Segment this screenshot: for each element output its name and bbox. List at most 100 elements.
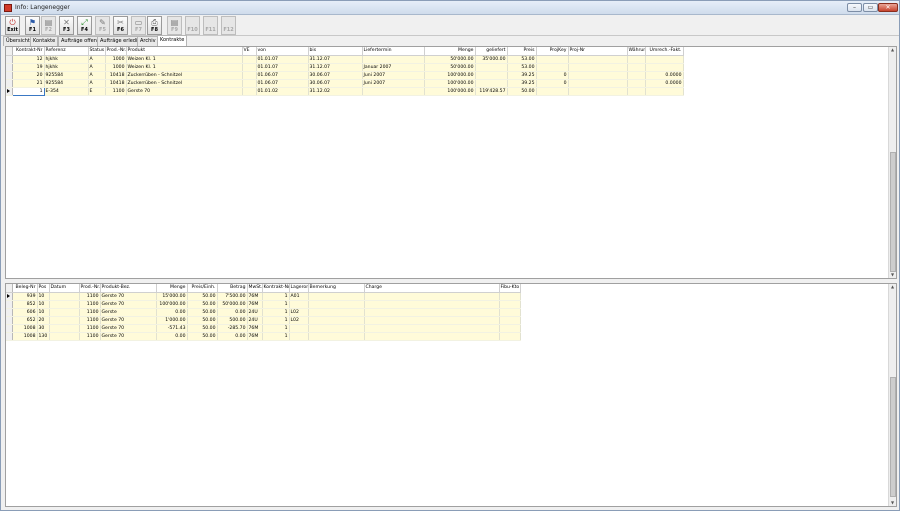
table-cell[interactable]: Gerste bbox=[100, 308, 157, 317]
column-header[interactable]: Umrech.-Fakt. bbox=[645, 47, 684, 56]
table-cell[interactable]: Gerste 70 bbox=[100, 300, 157, 309]
table-cell[interactable]: 01.01.07 bbox=[256, 55, 309, 64]
table-cell[interactable]: 76M bbox=[247, 324, 263, 333]
table-cell[interactable]: 1 bbox=[262, 324, 290, 333]
table-cell[interactable]: Juni 2007 bbox=[362, 71, 425, 80]
column-header[interactable]: Kontrakt-Nr bbox=[262, 284, 290, 293]
table-cell[interactable]: 1 bbox=[262, 308, 290, 317]
table-cell[interactable] bbox=[242, 71, 257, 80]
table-cell[interactable]: 21 bbox=[12, 79, 45, 88]
table-cell[interactable]: Gerste 70 bbox=[100, 316, 157, 325]
scroll-up-icon[interactable]: ▲ bbox=[889, 284, 896, 290]
tab-archiv[interactable]: Archiv bbox=[137, 36, 159, 46]
table-cell[interactable]: 925584 bbox=[44, 79, 89, 88]
column-header[interactable]: Liefertermin bbox=[362, 47, 425, 56]
tab-kontakte[interactable]: Kontakte bbox=[30, 36, 59, 46]
table-row[interactable]: 1 E-354 E 1100 Gerste 70 01.01.02 31.12.02 100'… bbox=[6, 86, 684, 96]
table-row[interactable]: 939 10 1100 Gerste 70 15'000.00 50.00 7'500.00… bbox=[6, 292, 521, 301]
column-header[interactable]: geliefert bbox=[475, 47, 508, 56]
table-cell[interactable]: Gerste 70 bbox=[100, 324, 157, 333]
table-cell[interactable] bbox=[49, 316, 80, 325]
maximize-button[interactable]: ▭ bbox=[863, 3, 878, 12]
table-cell[interactable]: 30.06.07 bbox=[308, 71, 363, 80]
column-header[interactable]: Produkt bbox=[126, 47, 243, 56]
table-cell[interactable]: Gerste 70 bbox=[100, 332, 157, 341]
table-cell[interactable] bbox=[308, 300, 365, 309]
table-cell[interactable]: 50'000.00 bbox=[217, 300, 248, 309]
table-cell[interactable] bbox=[364, 332, 500, 341]
table-cell[interactable]: 1008 bbox=[12, 332, 38, 341]
table-cell[interactable]: 852 bbox=[12, 300, 38, 309]
column-header[interactable]: Lagerort bbox=[289, 284, 309, 293]
toolbar-button-f10[interactable]: F10 bbox=[185, 16, 200, 35]
minimize-button[interactable]: – bbox=[847, 3, 862, 12]
column-header[interactable]: bis bbox=[308, 47, 363, 56]
table-cell[interactable]: 24U bbox=[247, 308, 263, 317]
table-cell[interactable]: Januar 2007 bbox=[362, 63, 425, 72]
table-cell[interactable]: 130 bbox=[37, 332, 50, 341]
table-cell[interactable] bbox=[475, 71, 508, 80]
table-cell[interactable]: 50.00 bbox=[187, 324, 218, 333]
column-header[interactable]: ProjKey bbox=[536, 47, 569, 56]
table-cell[interactable] bbox=[475, 63, 508, 72]
table-cell[interactable]: 1100 bbox=[79, 316, 101, 325]
table-cell[interactable]: L02 bbox=[289, 316, 309, 325]
table-cell[interactable] bbox=[645, 63, 684, 72]
documents-scrollbar[interactable]: ▲ ▼ bbox=[888, 284, 896, 506]
table-cell[interactable]: 01.01.02 bbox=[256, 87, 309, 96]
table-cell[interactable]: A bbox=[88, 55, 106, 64]
table-cell[interactable] bbox=[289, 300, 309, 309]
table-cell[interactable]: 01.06.07 bbox=[256, 71, 309, 80]
table-cell[interactable]: 0.00 bbox=[217, 308, 248, 317]
table-cell[interactable]: -285.70 bbox=[217, 324, 248, 333]
table-cell[interactable] bbox=[49, 332, 80, 341]
table-cell[interactable] bbox=[568, 87, 628, 96]
table-cell[interactable]: 500.00 bbox=[217, 316, 248, 325]
column-header[interactable]: Fibu-Kto bbox=[499, 284, 521, 293]
table-cell[interactable]: 39.25 bbox=[507, 71, 537, 80]
table-cell[interactable]: 10418 bbox=[105, 79, 127, 88]
table-cell[interactable]: 50'000.00 bbox=[424, 55, 476, 64]
column-header[interactable]: VE bbox=[242, 47, 257, 56]
table-cell[interactable]: 1 bbox=[262, 316, 290, 325]
table-row[interactable]: 20 925584 A 10418 Zuckerrüben - Schnitzel 01.… bbox=[6, 71, 684, 80]
table-cell[interactable]: 0.0000 bbox=[645, 79, 684, 88]
table-cell[interactable]: 1000 bbox=[105, 55, 127, 64]
table-cell[interactable]: 10418 bbox=[105, 71, 127, 80]
table-cell[interactable] bbox=[49, 300, 80, 309]
contracts-scrollbar[interactable]: ▲ ▼ bbox=[888, 47, 896, 278]
table-cell[interactable] bbox=[242, 55, 257, 64]
table-cell[interactable]: 0 bbox=[536, 79, 569, 88]
table-cell[interactable] bbox=[242, 79, 257, 88]
table-cell[interactable]: L02 bbox=[289, 308, 309, 317]
table-cell[interactable]: 19 bbox=[12, 63, 45, 72]
table-cell[interactable]: 50.00 bbox=[187, 300, 218, 309]
table-cell[interactable]: 1 bbox=[262, 300, 290, 309]
column-header[interactable]: Menge bbox=[424, 47, 476, 56]
table-cell[interactable]: 76M bbox=[247, 332, 263, 341]
table-cell[interactable]: 0.0000 bbox=[645, 71, 684, 80]
table-cell[interactable]: A bbox=[88, 63, 106, 72]
table-cell[interactable]: 1000 bbox=[105, 63, 127, 72]
table-cell[interactable] bbox=[475, 79, 508, 88]
table-cell[interactable]: 31.12.02 bbox=[308, 87, 363, 96]
table-cell[interactable]: 100'000.00 bbox=[424, 87, 476, 96]
table-row[interactable]: 12 hjkhk A 1000 Weizen Kl. 1 01.01.07 31.12.07… bbox=[6, 55, 684, 64]
table-cell[interactable] bbox=[568, 79, 628, 88]
column-header[interactable]: MwSt. bbox=[247, 284, 263, 293]
table-cell[interactable]: -571.43 bbox=[156, 324, 188, 333]
column-header[interactable]: Charge bbox=[364, 284, 500, 293]
column-header[interactable]: Beleg-Nr bbox=[12, 284, 38, 293]
table-cell[interactable] bbox=[499, 308, 521, 317]
table-cell[interactable] bbox=[308, 316, 365, 325]
table-cell[interactable]: 50.00 bbox=[187, 316, 218, 325]
toolbar-button-f11[interactable]: F11 bbox=[203, 16, 218, 35]
table-cell[interactable]: 35'000.00 bbox=[475, 55, 508, 64]
table-cell[interactable]: Gerste 70 bbox=[100, 292, 157, 301]
table-cell[interactable] bbox=[289, 332, 309, 341]
table-row[interactable]: 1008 30 1100 Gerste 70 -571.43 50.00 -285.70 76… bbox=[6, 324, 521, 333]
title-bar[interactable]: Info: Langenegger – ▭ ✕ bbox=[1, 1, 899, 15]
table-cell[interactable]: hjkhk bbox=[44, 55, 89, 64]
table-cell[interactable] bbox=[308, 332, 365, 341]
column-header[interactable]: Preis bbox=[507, 47, 537, 56]
